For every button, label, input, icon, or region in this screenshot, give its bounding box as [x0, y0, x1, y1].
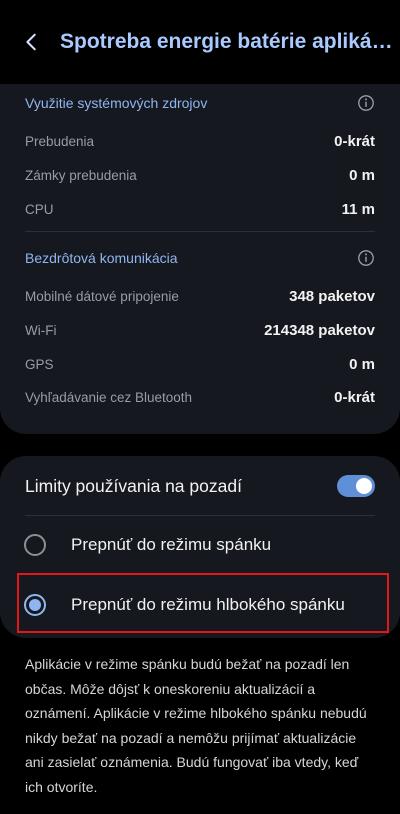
row-wakelocks: Zámky prebudenia 0 m: [25, 163, 375, 187]
info-icon[interactable]: [357, 94, 375, 112]
radio-sleep[interactable]: [24, 534, 46, 556]
row-mobile-data: Mobilné dátové pripojenie 348 paketov: [25, 284, 375, 308]
row-bluetooth-scan: Vyhľadávanie cez Bluetooth 0-krát: [25, 385, 375, 409]
usage-card: Využitie systémových zdrojov Prebudenia …: [0, 84, 400, 434]
background-limits-row[interactable]: Limity používania na pozadí: [25, 470, 375, 502]
row-cpu: CPU 11 m: [25, 197, 375, 221]
row-label: GPS: [25, 356, 54, 372]
system-resources-title: Využitie systémových zdrojov: [25, 95, 208, 111]
row-value: 214348 paketov: [264, 321, 375, 339]
app-bar: Spotreba energie batérie aplikácie: [0, 0, 400, 84]
card-divider: [25, 515, 375, 516]
background-limits-label: Limity používania na pozadí: [25, 475, 242, 496]
row-value: 348 paketov: [289, 287, 375, 305]
row-value: 0 m: [349, 355, 375, 373]
row-label: Vyhľadávanie cez Bluetooth: [25, 389, 193, 405]
option-sleep[interactable]: Prepnúť do režimu spánku: [24, 525, 376, 565]
row-label: Wi-Fi: [25, 322, 57, 338]
info-icon[interactable]: [357, 249, 375, 267]
row-value: 11 m: [341, 200, 375, 218]
row-value: 0-krát: [334, 132, 375, 150]
row-value: 0 m: [349, 166, 375, 184]
switch-knob: [356, 478, 372, 494]
row-label: CPU: [25, 201, 54, 217]
row-wakeups: Prebudenia 0-krát: [25, 129, 375, 153]
row-label: Prebudenia: [25, 133, 95, 149]
page-title: Spotreba energie batérie aplikácie: [60, 30, 396, 53]
system-resources-header: Využitie systémových zdrojov: [25, 91, 375, 115]
row-wifi: Wi-Fi 214348 paketov: [25, 318, 375, 342]
row-label: Zámky prebudenia: [25, 167, 137, 183]
wireless-title: Bezdrôtová komunikácia: [25, 250, 178, 266]
background-limits-switch[interactable]: [337, 475, 375, 497]
section-divider: [25, 231, 375, 232]
highlight-box: [17, 573, 389, 633]
description-text: Aplikácie v režime spánku budú bežať na …: [25, 656, 367, 795]
row-value: 0-krát: [334, 388, 375, 406]
back-button[interactable]: [4, 14, 60, 70]
row-label: Mobilné dátové pripojenie: [25, 288, 179, 304]
wireless-header: Bezdrôtová komunikácia: [25, 246, 375, 270]
option-sleep-label: Prepnúť do režimu spánku: [71, 535, 272, 554]
back-arrow-icon: [26, 33, 36, 51]
row-gps: GPS 0 m: [25, 352, 375, 376]
